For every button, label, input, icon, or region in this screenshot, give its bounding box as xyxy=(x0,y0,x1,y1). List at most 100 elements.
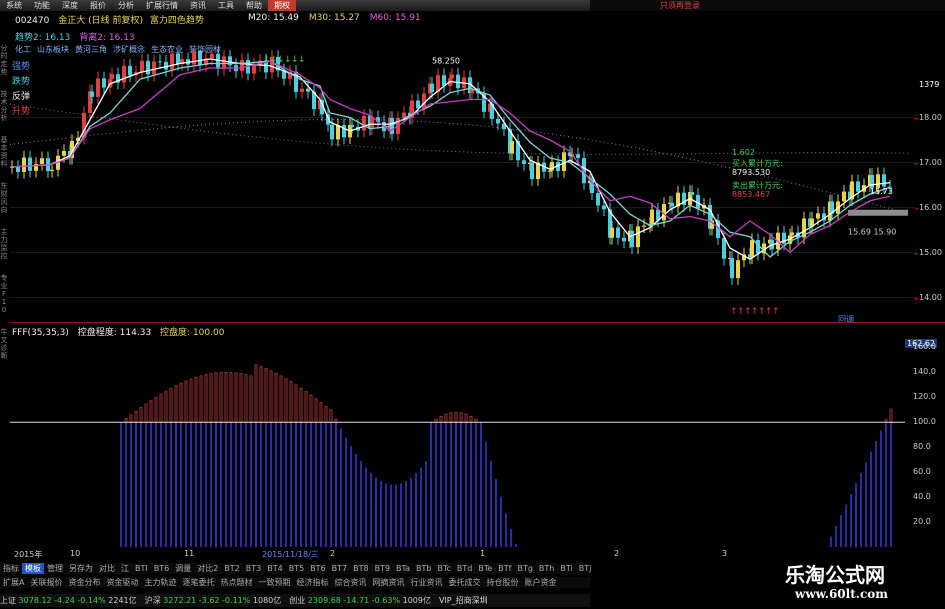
toolbar2-item-13[interactable]: 持仓股份 xyxy=(483,577,521,588)
menu-item-9[interactable]: 期权 xyxy=(268,0,296,11)
control-bar-high xyxy=(199,375,203,423)
toolbar2-item-2[interactable]: 资金分布 xyxy=(65,577,103,588)
control-bar-high xyxy=(144,403,148,423)
control-bar-low xyxy=(480,422,482,547)
toolbar1-item-26[interactable]: BTi xyxy=(557,563,575,574)
control-bar-low xyxy=(505,513,507,547)
menu-item-7[interactable]: 工具 xyxy=(212,0,240,11)
indicator-toolbar: 指标 模板 管理 另存为 对比江 BTI BT6 调量 对比2 BT2 BT3 BT4 BT5 BT6 BT… xyxy=(0,563,591,574)
toolbar2-item-3[interactable]: 资金驱动 xyxy=(103,577,141,588)
candle-body xyxy=(146,60,150,75)
toolbar2-item-6[interactable]: 热点题材 xyxy=(217,577,255,588)
toolbar1-item-2[interactable]: 管理 xyxy=(44,563,66,574)
toolbar1-item-20[interactable]: BTc xyxy=(434,563,453,574)
menu-item-0[interactable]: 系统 xyxy=(0,0,28,11)
control-bar-high xyxy=(269,370,273,423)
menu-item-5[interactable]: 扩展行情 xyxy=(140,0,184,11)
toolbar2-item-0[interactable]: 扩展A xyxy=(0,577,27,588)
toolbar1-item-11[interactable]: BT3 xyxy=(243,563,264,574)
menubar: 系统 功能 深度 报价 分析 扩展行情 资讯 工具 帮助 期权 xyxy=(0,0,590,11)
toolbar1-item-15[interactable]: BT7 xyxy=(329,563,350,574)
toolbar1-item-21[interactable]: BTd xyxy=(454,563,475,574)
candle-body xyxy=(128,65,132,76)
toolbar1-item-4[interactable]: 对比 xyxy=(96,563,118,574)
toolbar1-item-10[interactable]: BT2 xyxy=(221,563,242,574)
date-label-5: 1 xyxy=(480,549,486,558)
left-nav-tab-5[interactable]: 专业F10 xyxy=(0,274,8,314)
toolbar1-item-23[interactable]: BTf xyxy=(495,563,514,574)
toolbar1-item-1[interactable]: 模板 xyxy=(22,563,44,574)
menu-item-8[interactable]: 帮助 xyxy=(240,0,268,11)
toolbar1-item-13[interactable]: BT5 xyxy=(286,563,307,574)
control-bar-low xyxy=(365,467,367,547)
left-nav-tab-3[interactable]: 东财风向 xyxy=(0,182,8,214)
toolbar1-item-27[interactable]: BTj xyxy=(576,563,595,574)
left-nav-tab-1[interactable]: 技术分析 xyxy=(0,90,8,122)
index-1[interactable]: 沪深 3272.21 -3.62 -0.11% 1080亿 xyxy=(145,596,282,605)
toolbar1-item-16[interactable]: BT8 xyxy=(350,563,371,574)
toolbar2-item-4[interactable]: 主力轨迹 xyxy=(141,577,179,588)
left-nav-tab-0[interactable]: 分时走势 xyxy=(0,44,8,76)
toolbar2-item-1[interactable]: 关联报价 xyxy=(27,577,65,588)
annotation-ratio: 1.602 xyxy=(732,148,755,157)
control-bar-low xyxy=(485,441,487,547)
control-bar-low xyxy=(225,422,227,547)
control-bar-high xyxy=(139,407,143,423)
control-bar-low xyxy=(120,422,122,547)
index-0[interactable]: 上证 3078.12 -4.24 -0.14% 2241亿 xyxy=(0,596,137,605)
candle-body xyxy=(102,78,106,88)
sub-tick-4: 100.0 xyxy=(913,417,936,427)
control-bar-low xyxy=(270,422,272,547)
toolbar1-item-18[interactable]: BTa xyxy=(393,563,413,574)
toolbar1-item-3[interactable]: 另存为 xyxy=(66,563,96,574)
control-bar-low xyxy=(370,472,372,547)
control-bar-low xyxy=(450,422,452,547)
candle-body xyxy=(122,65,126,83)
date-label-0: 2015年 xyxy=(14,550,43,559)
left-nav-tab-4[interactable]: 主力监控 xyxy=(0,228,8,260)
toolbar2-item-5[interactable]: 逐笔委托 xyxy=(179,577,217,588)
index-volume: 1009亿 xyxy=(402,596,431,605)
left-nav-tab-2[interactable]: 基本资料 xyxy=(0,136,8,168)
toolbar2-item-10[interactable]: 网摘资讯 xyxy=(369,577,407,588)
toolbar1-item-24[interactable]: BTg xyxy=(514,563,535,574)
toolbar2-item-12[interactable]: 委托成交 xyxy=(445,577,483,588)
menu-item-3[interactable]: 报价 xyxy=(84,0,112,11)
control-bar-low xyxy=(180,422,182,547)
toolbar1-item-14[interactable]: BT6 xyxy=(307,563,328,574)
toolbar1-item-0[interactable]: 指标 xyxy=(0,563,22,574)
index-2[interactable]: 创业 2309.68 -14.71 -0.63% 1009亿 xyxy=(289,596,431,605)
toolbar1-item-7[interactable]: BT6 xyxy=(151,563,172,574)
left-nav-tab-6[interactable]: 牛叉诊断 xyxy=(0,328,8,360)
toolbar1-item-17[interactable]: BT9 xyxy=(372,563,393,574)
control-bar-low xyxy=(425,461,427,547)
toolbar2-item-14[interactable]: 账户资金 xyxy=(521,577,559,588)
menu-item-2[interactable]: 深度 xyxy=(56,0,84,11)
control-bar-high xyxy=(204,374,208,423)
toolbar2-item-11[interactable]: 行业资讯 xyxy=(407,577,445,588)
toolbar1-item-8[interactable]: 调量 xyxy=(172,563,194,574)
control-bar-high xyxy=(224,371,228,423)
toolbar1-item-22[interactable]: BTe xyxy=(475,563,495,574)
toolbar1-item-12[interactable]: BT4 xyxy=(264,563,285,574)
control-bar-high xyxy=(274,372,278,423)
toolbar2-item-7[interactable]: 一致预期 xyxy=(255,577,293,588)
toolbar1-item-9[interactable]: 对比2 xyxy=(194,563,221,574)
toolbar1-item-6[interactable]: BTI xyxy=(132,563,151,574)
sub-indicator-chart[interactable] xyxy=(10,335,915,547)
menu-item-6[interactable]: 资讯 xyxy=(184,0,212,11)
menu-item-1[interactable]: 功能 xyxy=(28,0,56,11)
toolbar1-item-19[interactable]: BTb xyxy=(413,563,434,574)
control-bar-low xyxy=(845,504,847,547)
login-status[interactable]: 只须再登录 xyxy=(660,0,700,11)
account-label[interactable]: VIP_招商深圳 xyxy=(439,596,488,605)
period-label[interactable]: (日线 前复权) xyxy=(88,16,143,26)
toolbar1-item-25[interactable]: BTh xyxy=(536,563,557,574)
menu-item-4[interactable]: 分析 xyxy=(112,0,140,11)
control-bar-high xyxy=(259,366,263,423)
toolbar2-item-9[interactable]: 综合资讯 xyxy=(331,577,369,588)
control-bar-high xyxy=(449,412,453,423)
control-bar-high xyxy=(284,378,288,423)
toolbar2-item-8[interactable]: 经济指标 xyxy=(293,577,331,588)
toolbar1-item-5[interactable]: 江 xyxy=(118,563,132,574)
